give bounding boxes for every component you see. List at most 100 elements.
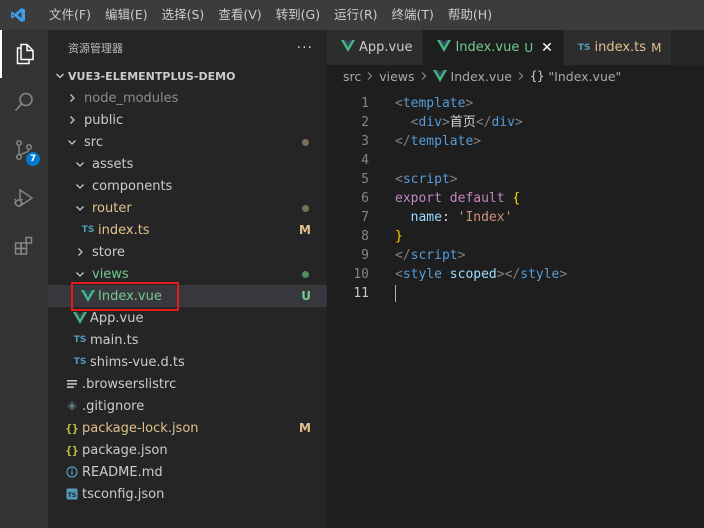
tree-item[interactable]: src xyxy=(48,131,327,153)
breadcrumb-separator-icon xyxy=(420,71,428,81)
tree-item[interactable]: store xyxy=(48,241,327,263)
menu-item[interactable]: 文件(F) xyxy=(42,0,98,30)
menu-item[interactable]: 运行(R) xyxy=(327,0,384,30)
code-editor[interactable]: 1 <template> 2 <div>首页</div> 3 </template> 4 5… xyxy=(327,87,704,303)
more-actions-icon[interactable]: ··· xyxy=(297,40,313,56)
line-content: } xyxy=(395,227,403,246)
menu-item[interactable]: 帮助(H) xyxy=(441,0,499,30)
source-control-icon[interactable]: 7 xyxy=(0,126,48,174)
editor-tab[interactable]: Index.vue U ✕ xyxy=(423,30,564,65)
code-token: export xyxy=(395,191,442,206)
line-content: <div>首页</div> xyxy=(395,113,523,132)
typescript-file-icon: TS xyxy=(81,225,95,235)
extensions-icon[interactable] xyxy=(0,222,48,270)
code-token: </ xyxy=(395,248,411,263)
tree-item[interactable]: router xyxy=(48,197,327,219)
code-line: 4 xyxy=(327,151,704,170)
git-status-badge: M xyxy=(299,223,311,237)
breadcrumb-item[interactable]: "Index.vue" xyxy=(548,69,621,84)
tree-item-label: .browserslistrc xyxy=(82,376,177,392)
chevron-down-icon xyxy=(72,153,88,175)
tree-item[interactable]: README.md xyxy=(48,461,327,483)
line-number: 9 xyxy=(361,248,369,263)
tree-item[interactable]: views xyxy=(48,263,327,285)
modified-dot-icon xyxy=(302,139,309,146)
code-token: > xyxy=(457,248,466,263)
code-token: </ xyxy=(475,115,492,130)
tree-item-label: components xyxy=(92,178,173,194)
menu-item[interactable]: 终端(T) xyxy=(385,0,441,30)
code-line: 7 name: 'Index' xyxy=(327,208,704,227)
code-token: scoped xyxy=(449,267,497,282)
typescript-file-icon: TS xyxy=(577,42,591,53)
source-control-badge: 7 xyxy=(26,152,40,166)
workspace-root[interactable]: VUE3-ELEMENTPLUS-DEMO xyxy=(48,65,327,87)
tree-item[interactable]: {} package-lock.json M xyxy=(48,417,327,439)
tree-item[interactable]: TS main.ts xyxy=(48,329,327,351)
tree-item[interactable]: TS index.ts M xyxy=(48,219,327,241)
code-token: : xyxy=(441,210,458,225)
line-content: </script> xyxy=(395,246,465,265)
tree-item-label: public xyxy=(84,112,124,128)
code-token: </ xyxy=(395,134,411,149)
tree-item-label: README.md xyxy=(82,464,163,480)
editor-tab[interactable]: App.vue xyxy=(327,30,424,65)
info-icon xyxy=(64,466,80,478)
code-token: > xyxy=(465,96,474,111)
tree-item-label: store xyxy=(92,244,125,260)
breadcrumb-item[interactable]: src xyxy=(343,69,361,84)
tree-item[interactable]: {} package.json xyxy=(48,439,327,461)
vscode-logo-icon xyxy=(0,0,36,30)
code-token: 首页 xyxy=(449,115,476,130)
git-status-badge: M xyxy=(299,421,311,435)
file-tree: node_modulespublic src assets components rou… xyxy=(48,87,327,505)
explorer-sidebar: 资源管理器 ··· VUE3-ELEMENTPLUS-DEMO node_mod… xyxy=(48,30,327,528)
tree-item[interactable]: public xyxy=(48,109,327,131)
breadcrumb-item[interactable]: views xyxy=(379,69,414,84)
tree-item[interactable]: .browserslistrc xyxy=(48,373,327,395)
tree-item[interactable]: App.vue xyxy=(48,307,327,329)
close-icon[interactable]: ✕ xyxy=(541,40,553,56)
chevron-down-icon xyxy=(52,65,68,87)
editor-area: App.vue Index.vue U ✕ TS index.ts M src views In… xyxy=(327,30,704,528)
menu-item[interactable]: 转到(G) xyxy=(269,0,327,30)
menu-item[interactable]: 编辑(E) xyxy=(98,0,155,30)
tree-item[interactable]: components xyxy=(48,175,327,197)
line-content: name: 'Index' xyxy=(395,208,513,227)
tsconfig-file-icon: TS xyxy=(64,488,80,500)
explorer-icon[interactable] xyxy=(0,30,48,78)
tree-item-label: router xyxy=(92,200,132,216)
editor-tab[interactable]: TS index.ts M xyxy=(563,30,673,65)
git-status-badge: U xyxy=(301,289,311,303)
tab-status: U xyxy=(524,40,534,55)
code-token: > xyxy=(514,115,523,130)
tree-item[interactable]: TS tsconfig.json xyxy=(48,483,327,505)
breadcrumb-item[interactable]: Index.vue xyxy=(451,69,512,84)
tree-item-label: assets xyxy=(92,156,134,172)
menu-item[interactable]: 查看(V) xyxy=(211,0,268,30)
tree-item[interactable]: Index.vue U xyxy=(48,285,327,307)
tree-item[interactable]: assets xyxy=(48,153,327,175)
vue-file-icon xyxy=(432,70,447,82)
code-token: style xyxy=(520,267,560,282)
tree-item[interactable]: .gitignore xyxy=(48,395,327,417)
code-line: 1 <template> xyxy=(327,94,704,113)
tree-item[interactable]: node_modules xyxy=(48,87,327,109)
run-debug-icon[interactable] xyxy=(0,174,48,222)
line-content: export default { xyxy=(395,189,520,208)
modified-dot-icon xyxy=(302,205,309,212)
code-token: script xyxy=(402,172,450,187)
line-number: 8 xyxy=(361,229,369,244)
search-icon[interactable] xyxy=(0,78,48,126)
editor-tabs: App.vue Index.vue U ✕ TS index.ts M xyxy=(327,30,704,65)
code-token: style xyxy=(402,267,442,282)
chevron-down-icon xyxy=(72,197,88,219)
chevron-down-icon xyxy=(72,175,88,197)
chevron-down-icon xyxy=(72,263,88,285)
code-token: > xyxy=(449,172,458,187)
tree-item-label: App.vue xyxy=(90,310,144,326)
tree-item[interactable]: TS shims-vue.d.ts xyxy=(48,351,327,373)
menu-item[interactable]: 选择(S) xyxy=(155,0,212,30)
